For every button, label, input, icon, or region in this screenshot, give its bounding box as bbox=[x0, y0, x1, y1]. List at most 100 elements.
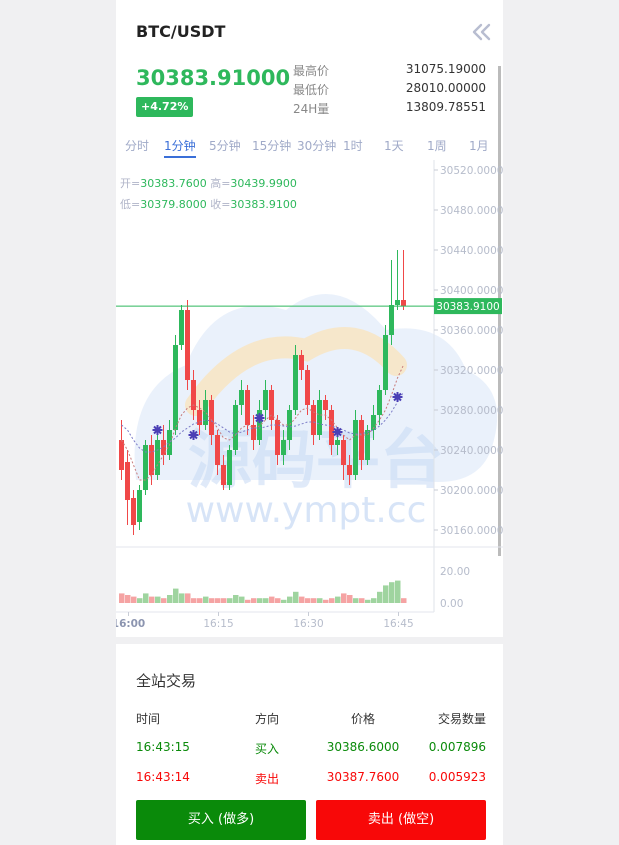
open-value: 30383.7600 bbox=[140, 177, 207, 190]
stat-high-label: 最高价 bbox=[293, 64, 330, 78]
price-axis-label: 30240.0000 bbox=[440, 445, 503, 457]
ohlc-row-1: 开=30383.7600 高=30439.9900 bbox=[120, 175, 297, 191]
tab-5min[interactable]: 5分钟 bbox=[209, 137, 241, 154]
candle-body bbox=[317, 400, 322, 435]
interval-tabs: 分时 1分钟 5分钟 15分钟 30分钟 1时 1天 1周 1月 bbox=[116, 137, 496, 158]
col-time: 时间 bbox=[136, 712, 161, 726]
tab-timeline[interactable]: 分时 bbox=[125, 137, 149, 154]
last-price: 30383.91000 bbox=[136, 66, 291, 90]
price-axis-label: 30320.0000 bbox=[440, 365, 503, 377]
col-side: 方向 bbox=[255, 712, 280, 726]
candle-body bbox=[245, 390, 250, 425]
volume-bar bbox=[167, 595, 173, 603]
candle-body bbox=[215, 435, 220, 465]
col-qty: 交易数量 bbox=[437, 712, 486, 726]
volume-bar bbox=[287, 596, 293, 603]
stat-low-value: 28010.00000 bbox=[405, 81, 486, 95]
candle-body bbox=[197, 410, 202, 425]
close-value: 30383.9100 bbox=[230, 198, 297, 211]
volume-bar bbox=[155, 596, 161, 603]
candle-body bbox=[233, 405, 238, 450]
candle-body bbox=[359, 420, 364, 460]
candle-body bbox=[293, 355, 298, 410]
tab-30min[interactable]: 30分钟 bbox=[297, 137, 336, 154]
candle-body bbox=[329, 410, 334, 445]
time-axis-label: 16:15 bbox=[203, 618, 233, 630]
price-axis-label: 30400.0000 bbox=[440, 285, 503, 297]
volume-bar bbox=[305, 598, 311, 603]
volume-bar bbox=[221, 598, 227, 603]
signal-marker-icon bbox=[254, 413, 265, 423]
volume-bar bbox=[401, 598, 407, 603]
candle-body bbox=[203, 400, 208, 425]
candle-body bbox=[305, 370, 310, 405]
double-chevron-left-icon[interactable] bbox=[469, 22, 495, 42]
candle-body bbox=[341, 440, 346, 465]
volume-bar bbox=[293, 591, 299, 603]
volume-bar bbox=[359, 598, 365, 603]
candle-body bbox=[395, 300, 400, 305]
volume-bar bbox=[281, 599, 287, 603]
tab-1hour[interactable]: 1时 bbox=[343, 137, 363, 154]
tab-15min[interactable]: 15分钟 bbox=[252, 137, 291, 154]
price-axis-label: 30360.0000 bbox=[440, 325, 503, 337]
candle-body bbox=[137, 490, 142, 522]
sell-button[interactable]: 卖出 (做空) bbox=[316, 800, 486, 840]
volume-bar bbox=[317, 598, 323, 603]
signal-marker-icon bbox=[152, 425, 163, 435]
volume-bar bbox=[185, 593, 191, 603]
candle-body bbox=[125, 462, 130, 500]
volume-bar bbox=[275, 598, 281, 603]
watermark-url: www.ympt.cc bbox=[186, 490, 427, 531]
volume-bar bbox=[347, 595, 353, 603]
volume-bar bbox=[227, 598, 233, 603]
trade-price: 30386.6000 bbox=[326, 740, 400, 754]
candle-body bbox=[167, 430, 172, 455]
tab-1week[interactable]: 1周 bbox=[427, 137, 447, 154]
candle-body bbox=[353, 420, 358, 475]
stat-volume-label: 24H量 bbox=[293, 102, 330, 116]
open-label: 开= bbox=[120, 177, 141, 190]
volume-bar bbox=[251, 598, 257, 603]
candle-body bbox=[155, 440, 160, 475]
volume-bar bbox=[119, 593, 125, 603]
volume-bar bbox=[209, 598, 215, 603]
tab-1day[interactable]: 1天 bbox=[384, 137, 404, 154]
volume-bar bbox=[131, 596, 137, 603]
volume-bar bbox=[353, 598, 359, 603]
candle-body bbox=[389, 305, 394, 335]
volume-bar bbox=[377, 591, 383, 603]
volume-bar bbox=[395, 580, 401, 603]
change-badge: +4.72% bbox=[136, 97, 194, 117]
volume-bar bbox=[125, 595, 131, 603]
candle-body bbox=[311, 405, 316, 435]
candle-body bbox=[383, 335, 388, 390]
price-axis-label: 30160.0000 bbox=[440, 525, 503, 537]
tab-1min[interactable]: 1分钟 bbox=[164, 137, 196, 158]
market-card: BTC/USDT 30383.91000 +4.72% 最高价 31075.19… bbox=[116, 0, 503, 637]
candle-body bbox=[173, 345, 178, 430]
stat-high-value: 31075.19000 bbox=[405, 62, 486, 76]
buy-button[interactable]: 买入 (做多) bbox=[136, 800, 306, 840]
tab-1month[interactable]: 1月 bbox=[469, 137, 489, 154]
trades-title: 全站交易 bbox=[136, 672, 197, 690]
candle-body bbox=[119, 440, 124, 470]
trade-qty: 0.007896 bbox=[428, 740, 486, 754]
price-axis-label: 30200.0000 bbox=[440, 485, 503, 497]
volume-bar bbox=[203, 596, 209, 603]
price-axis-label: 30440.0000 bbox=[440, 245, 503, 257]
price-axis-label: 30280.0000 bbox=[440, 405, 503, 417]
time-axis-label: 16:00 bbox=[116, 618, 145, 630]
candle-body bbox=[377, 390, 382, 415]
stat-volume-value: 13809.78551 bbox=[405, 100, 486, 114]
volume-bar bbox=[233, 595, 239, 603]
signal-marker-icon bbox=[188, 430, 199, 440]
volume-bar bbox=[197, 598, 203, 603]
volume-bar bbox=[257, 598, 263, 603]
time-axis-label: 16:30 bbox=[293, 618, 323, 630]
candle-body bbox=[323, 400, 328, 410]
ohlc-row-2: 低=30379.8000 收=30383.9100 bbox=[120, 196, 297, 212]
kline-chart[interactable]: 源码平台 www.ympt.cc 30383.9100 30520.0000 30… bbox=[116, 160, 503, 630]
trade-time: 16:43:15 bbox=[136, 740, 190, 754]
volume-bar bbox=[383, 585, 389, 603]
